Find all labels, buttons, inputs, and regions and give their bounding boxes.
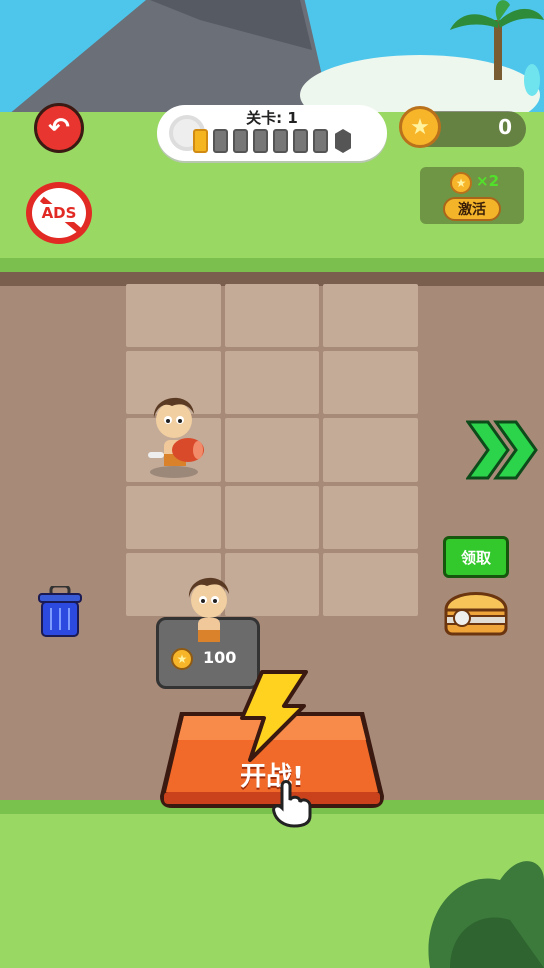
level-label: 关卡: 1 (246, 109, 298, 127)
level-progress-bar (193, 129, 328, 153)
unit-price: 100 (203, 648, 237, 667)
level-segment (233, 129, 248, 153)
grid-cell[interactable] (224, 351, 320, 415)
palm-tree-decoration (450, 0, 544, 96)
level-segment (293, 129, 308, 153)
grid-cell[interactable] (323, 351, 418, 415)
grid-cell[interactable] (224, 284, 320, 348)
grid-cell[interactable] (224, 552, 320, 616)
trash-can-icon[interactable] (37, 586, 83, 638)
level-segment (193, 129, 208, 153)
ads-label: ADS (41, 204, 77, 222)
bush-decoration (428, 861, 544, 968)
grid-cell[interactable] (126, 485, 221, 549)
level-segment (313, 129, 328, 153)
coin-icon: ★ (171, 648, 193, 670)
level-segment (253, 129, 268, 153)
claim-bubble[interactable]: 领取 (443, 536, 509, 578)
activate-boost-button[interactable]: 激活 (443, 197, 501, 221)
level-segment (273, 129, 288, 153)
grid-cell[interactable] (323, 284, 418, 348)
grid-cell[interactable] (224, 418, 320, 482)
coin-icon: ★ (450, 172, 472, 194)
treasure-chest-icon[interactable] (442, 584, 510, 638)
star-coin-icon: ★ (399, 106, 441, 148)
boost-multiplier: ×2 (476, 172, 500, 190)
remove-ads-button[interactable]: ADS (26, 182, 92, 244)
caveman-purchase-icon (188, 577, 229, 642)
grid-cell[interactable] (126, 284, 221, 348)
back-arrow-icon: ↶ (48, 113, 70, 143)
grid-cell[interactable] (323, 552, 418, 616)
boss-level-marker (335, 129, 351, 153)
caveman-unit[interactable] (142, 388, 212, 478)
lightning-bolt-icon (240, 670, 308, 762)
level-progress-panel: 关卡: 1 (157, 105, 387, 161)
grid-cell[interactable] (224, 485, 320, 549)
level-segment (213, 129, 228, 153)
pointing-hand-icon (272, 780, 312, 828)
coin-count: 0 (498, 115, 512, 139)
next-arrows-icon[interactable] (466, 420, 538, 480)
grid-cell[interactable] (323, 485, 418, 549)
grid-cell[interactable] (323, 418, 418, 482)
back-button[interactable]: ↶ (34, 103, 84, 153)
